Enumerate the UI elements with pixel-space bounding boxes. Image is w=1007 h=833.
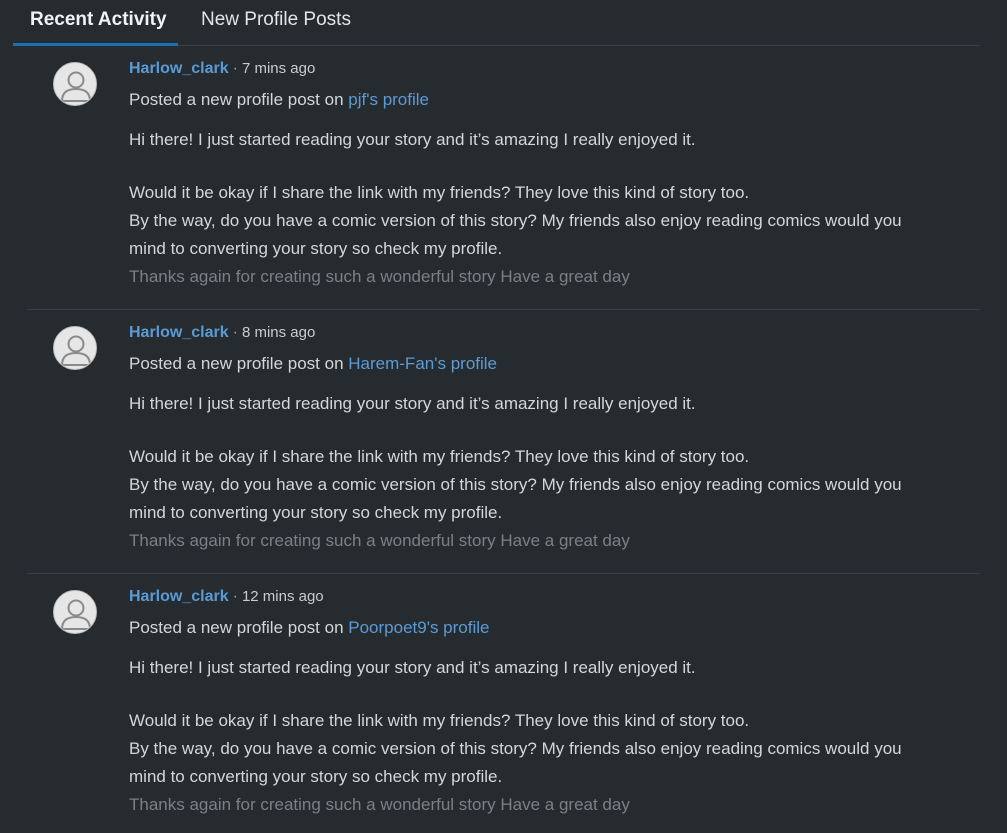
action-text: Posted a new profile post on xyxy=(129,90,344,109)
activity-action: Posted a new profile post on Harem-Fan's… xyxy=(129,352,960,376)
post-text-faded: Thanks again for creating such a wonderf… xyxy=(129,267,630,286)
tab-label: Recent Activity xyxy=(30,9,167,30)
profile-link[interactable]: Poorpoet9's profile xyxy=(348,618,489,637)
user-avatar-icon[interactable] xyxy=(53,590,97,634)
meta-separator: · xyxy=(232,324,238,341)
tab-bar: Recent Activity New Profile Posts xyxy=(13,0,980,46)
activity-action: Posted a new profile post on Poorpoet9's… xyxy=(129,616,960,640)
post-text-line: Would it be okay if I share the link wit… xyxy=(129,711,750,730)
username-link[interactable]: Harlow_clark xyxy=(129,324,229,341)
activity-content: Harlow_clark · 12 mins ago Posted a new pr… xyxy=(129,586,960,819)
timestamp[interactable]: 8 mins ago xyxy=(242,324,315,341)
action-text: Posted a new profile post on xyxy=(129,618,344,637)
activity-content: Harlow_clark · 8 mins ago Posted a new pro… xyxy=(129,322,960,555)
action-text: Posted a new profile post on xyxy=(129,354,344,373)
user-avatar-icon[interactable] xyxy=(53,326,97,370)
post-text-line: Would it be okay if I share the link wit… xyxy=(129,447,750,466)
profile-link[interactable]: pjf's profile xyxy=(348,90,429,109)
post-text-line: By the way, do you have a comic version … xyxy=(129,475,902,494)
post-text-line: mind to converting your story so check m… xyxy=(129,239,503,258)
post-text-line: mind to converting your story so check m… xyxy=(129,767,503,786)
activity-meta: Harlow_clark · 12 mins ago xyxy=(129,586,960,608)
profile-link[interactable]: Harem-Fan's profile xyxy=(348,354,497,373)
tab-label: New Profile Posts xyxy=(201,9,351,30)
username-link[interactable]: Harlow_clark xyxy=(129,60,229,77)
post-text-line: Hi there! I just started reading your st… xyxy=(129,658,696,677)
post-text-line: Hi there! I just started reading your st… xyxy=(129,130,696,149)
post-text-line: By the way, do you have a comic version … xyxy=(129,211,902,230)
activity-item: Harlow_clark · 7 mins ago Posted a new pro… xyxy=(27,46,980,310)
activity-item: Harlow_clark · 12 mins ago Posted a new pr… xyxy=(27,574,980,833)
post-body: Hi there! I just started reading your st… xyxy=(129,126,960,291)
tab-recent-activity[interactable]: Recent Activity xyxy=(13,0,178,46)
post-text-faded: Thanks again for creating such a wonderf… xyxy=(129,795,630,814)
activity-feed: Harlow_clark · 7 mins ago Posted a new pro… xyxy=(27,46,980,833)
meta-separator: · xyxy=(232,588,238,605)
post-body: Hi there! I just started reading your st… xyxy=(129,390,960,555)
post-text-faded: Thanks again for creating such a wonderf… xyxy=(129,531,630,550)
username-link[interactable]: Harlow_clark xyxy=(129,588,229,605)
activity-content: Harlow_clark · 7 mins ago Posted a new pro… xyxy=(129,58,960,291)
activity-item: Harlow_clark · 8 mins ago Posted a new pro… xyxy=(27,310,980,574)
activity-meta: Harlow_clark · 7 mins ago xyxy=(129,58,960,80)
post-text-line: By the way, do you have a comic version … xyxy=(129,739,902,758)
timestamp[interactable]: 12 mins ago xyxy=(242,588,324,605)
timestamp[interactable]: 7 mins ago xyxy=(242,60,315,77)
activity-page: Recent Activity New Profile Posts Harlow… xyxy=(0,0,1007,833)
user-avatar-icon[interactable] xyxy=(53,62,97,106)
post-body: Hi there! I just started reading your st… xyxy=(129,654,960,819)
tab-new-profile-posts[interactable]: New Profile Posts xyxy=(201,0,351,45)
post-text-line: Would it be okay if I share the link wit… xyxy=(129,183,750,202)
post-text-line: Hi there! I just started reading your st… xyxy=(129,394,696,413)
activity-action: Posted a new profile post on pjf's profi… xyxy=(129,88,960,112)
post-text-line: mind to converting your story so check m… xyxy=(129,503,503,522)
activity-meta: Harlow_clark · 8 mins ago xyxy=(129,322,960,344)
meta-separator: · xyxy=(232,60,238,77)
